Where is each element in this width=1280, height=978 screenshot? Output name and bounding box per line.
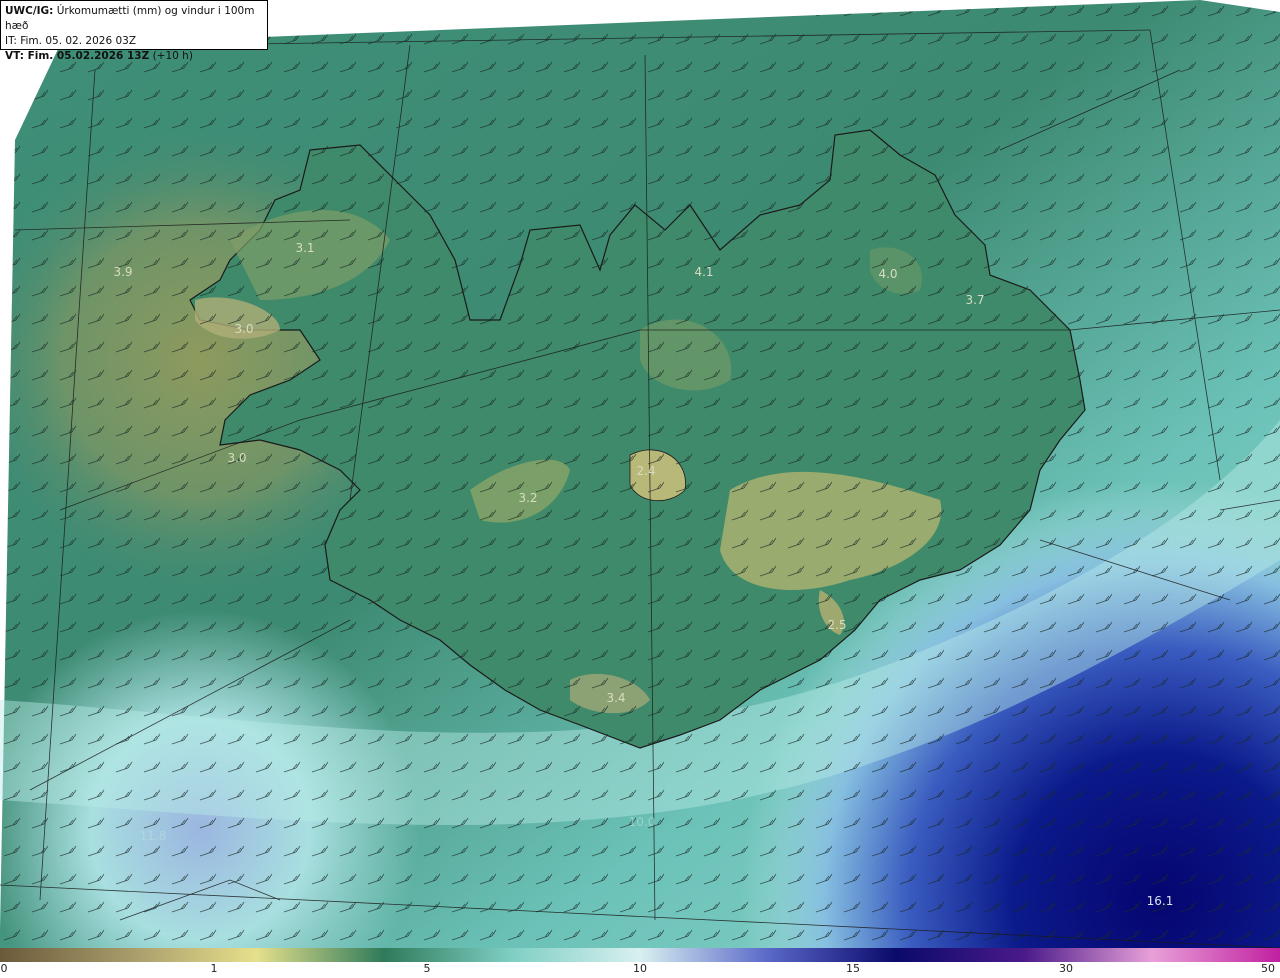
map-label: 3.1 bbox=[295, 241, 314, 255]
colorbar-tick: 0 bbox=[0, 962, 8, 975]
issue-time: IT: Fim. 05. 02. 2026 03Z bbox=[5, 35, 137, 47]
map-label: 3.7 bbox=[965, 293, 984, 307]
colorbar-tick: 50 bbox=[1261, 962, 1275, 975]
colorbar-tick: 30 bbox=[1059, 962, 1073, 975]
map-label: 2.5 bbox=[827, 618, 846, 632]
map-label: 3.0 bbox=[234, 322, 253, 336]
map-label: 10.0 bbox=[629, 815, 656, 829]
map-label: 16.1 bbox=[1147, 894, 1174, 908]
product-code: UWC/IG: bbox=[5, 5, 54, 17]
colorbar-legend: 0 1 5 10 15 30 50 bbox=[0, 948, 1280, 978]
valid-time: VT: Fim. 05.02.2026 13Z bbox=[5, 50, 150, 62]
map-label: 3.2 bbox=[518, 491, 537, 505]
map-label: 4.0 bbox=[878, 267, 897, 281]
colorbar-tick: 15 bbox=[846, 962, 860, 975]
precipitation-wind-map: 3.9 3.1 3.0 3.0 3.2 2.4 4.1 4.0 3.7 2.5 … bbox=[0, 0, 1280, 948]
map-label: 11.8 bbox=[140, 829, 167, 843]
colorbar-tick: 10 bbox=[633, 962, 647, 975]
colorbar-gradient bbox=[0, 948, 1280, 962]
map-label: 3.4 bbox=[606, 691, 625, 705]
map-label: 3.0 bbox=[227, 451, 246, 465]
colorbar-tick: 1 bbox=[210, 962, 218, 975]
map-info-box: UWC/IG: Úrkomumætti (mm) og vindur i 100… bbox=[0, 0, 268, 62]
map-label: 3.9 bbox=[113, 265, 132, 279]
map-label: 2.4 bbox=[636, 464, 655, 478]
map-label: 4.1 bbox=[694, 265, 713, 279]
colorbar-tick: 5 bbox=[423, 962, 431, 975]
valid-offset: (+10 h) bbox=[152, 50, 193, 62]
